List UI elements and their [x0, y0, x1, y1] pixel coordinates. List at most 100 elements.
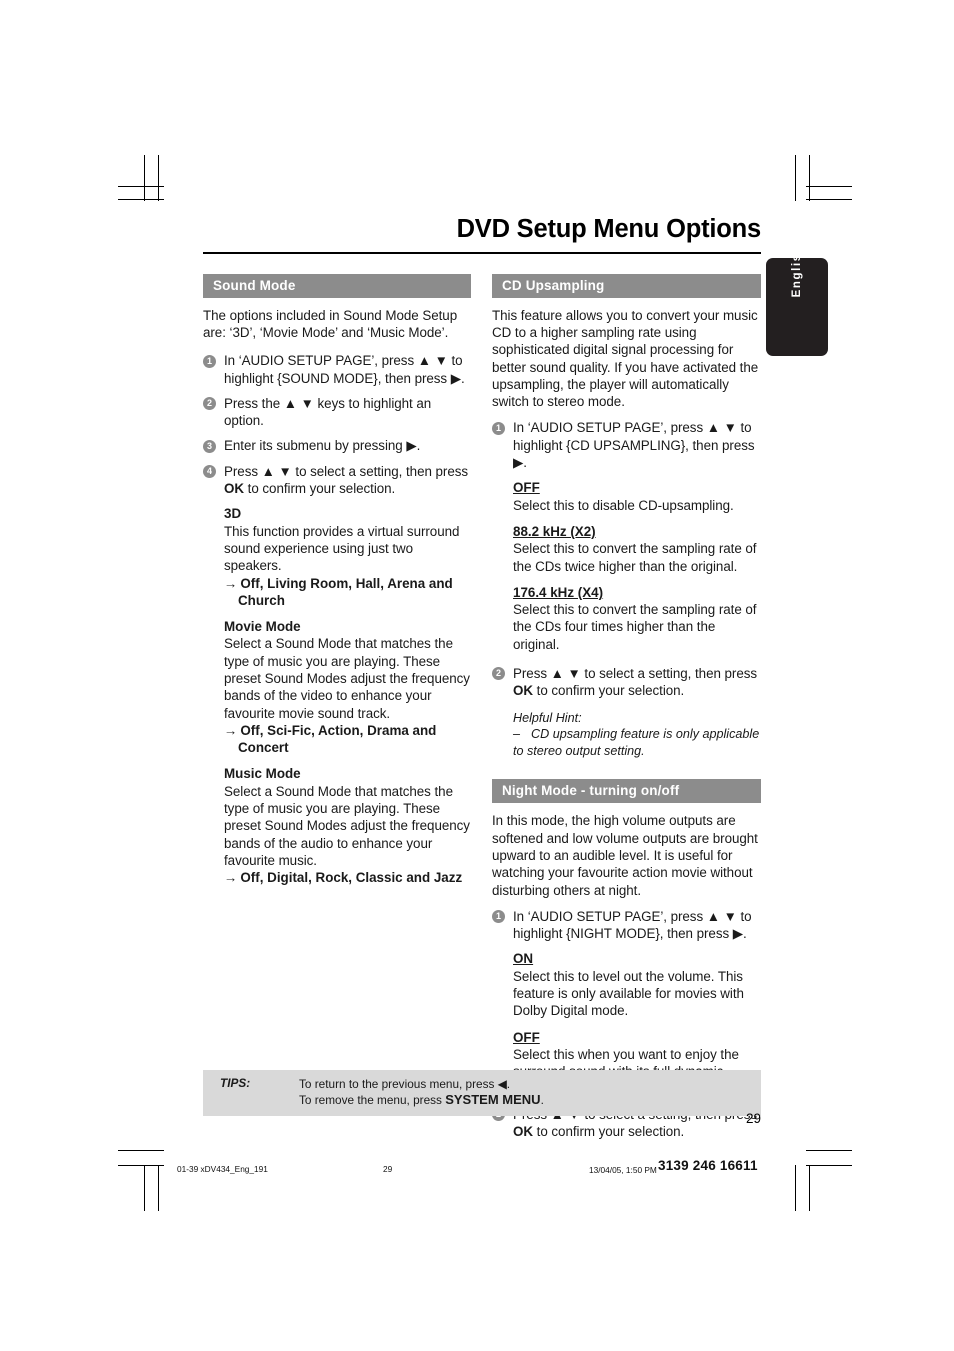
cd-step-2-text-after: to confirm your selection. — [533, 683, 685, 699]
step-3-text: Enter its submenu by pressing ▶. — [224, 438, 421, 454]
night-option-off-title: OFF — [513, 1029, 540, 1045]
dash-icon: – — [513, 727, 521, 742]
tips-line-1: To return to the previous menu, press ◀. — [299, 1077, 511, 1091]
sound-mode-step-1: 1 In ‘AUDIO SETUP PAGE’, press ▲ ▼ to hi… — [203, 352, 471, 387]
cd-option-176-title: 176.4 kHz (X4) — [513, 584, 604, 600]
subsection-movie-mode-body: Select a Sound Mode that matches the typ… — [224, 636, 470, 721]
cd-option-176: 176.4 kHz (X4) Select this to convert th… — [513, 584, 761, 653]
cd-step-2-ok-key: OK — [513, 683, 533, 699]
night-option-on-title: ON — [513, 951, 534, 967]
crop-mark-bottom-right-h2 — [806, 1165, 852, 1166]
page-title: DVD Setup Menu Options — [456, 215, 762, 243]
arrow-icon: → — [224, 575, 238, 591]
crop-mark-top-right-v2 — [809, 155, 810, 201]
cd-option-176-body: Select this to convert the sampling rate… — [513, 602, 757, 652]
night-option-on-body: Select this to level out the volume. Thi… — [513, 968, 744, 1019]
step-number-1: 1 — [492, 910, 505, 924]
sound-mode-step-4: 4 Press ▲ ▼ to select a setting, then pr… — [203, 463, 471, 498]
night-step-2-ok-key: OK — [513, 1124, 533, 1140]
night-mode-step-1: 1 In ‘AUDIO SETUP PAGE’, press ▲ ▼ to hi… — [492, 908, 761, 943]
left-column: Sound Mode The options included in Sound… — [203, 273, 471, 887]
tips-line-2-after: . — [540, 1093, 544, 1107]
step-number-1: 1 — [492, 421, 505, 435]
subsection-3d-options-text: Off, Living Room, Hall, Arena and Church — [238, 575, 453, 608]
step-4-ok-key: OK — [224, 481, 244, 497]
step-4-text-after: to confirm your selection. — [244, 481, 396, 497]
tips-content: To return to the previous menu, press ◀.… — [299, 1076, 544, 1108]
subsection-music-mode-title: Music Mode — [224, 766, 301, 782]
subsection-movie-mode-options: → Off, Sci-Fic, Action, Drama and Concert — [224, 722, 471, 757]
cd-option-off-title: OFF — [513, 480, 540, 496]
tips-line-2: To remove the menu, press SYSTEM MENU. — [299, 1092, 544, 1108]
sound-mode-step-3: 3 Enter its submenu by pressing ▶. — [203, 437, 471, 454]
step-number-2: 2 — [492, 667, 505, 681]
cd-upsampling-intro: This feature allows you to convert your … — [492, 307, 759, 410]
step-4-text-before: Press ▲ ▼ to select a setting, then pres… — [224, 463, 469, 479]
print-footer-filename: 01-39 xDV434_Eng_191 — [177, 1164, 268, 1174]
step-number-2: 2 — [203, 397, 216, 411]
cd-option-off-body: Select this to disable CD-upsampling. — [513, 497, 734, 513]
sound-mode-subsections: 3D This function provides a virtual surr… — [203, 505, 471, 886]
cd-upsampling-options: OFF Select this to disable CD-upsampling… — [492, 479, 761, 653]
arrow-icon: → — [224, 722, 238, 738]
hint-body: – CD upsampling feature is only applicabl… — [513, 726, 761, 759]
cd-option-88-body: Select this to convert the sampling rate… — [513, 541, 757, 574]
section-header-night-mode: Night Mode - turning on/off — [492, 779, 761, 804]
subsection-3d: 3D This function provides a virtual surr… — [224, 505, 471, 609]
tips-bar: TIPS: To return to the previous menu, pr… — [203, 1070, 761, 1116]
page-number: 29 — [745, 1111, 761, 1126]
subsection-music-mode-options: → Off, Digital, Rock, Classic and Jazz — [224, 869, 471, 886]
print-footer-code: 3139 246 16611 — [658, 1158, 758, 1173]
tips-line-2-before: To remove the menu, press — [299, 1093, 446, 1107]
step-number-3: 3 — [203, 439, 216, 453]
arrow-icon: → — [224, 870, 238, 886]
cd-option-88-title: 88.2 kHz (X2) — [513, 523, 596, 539]
crop-mark-top-right-v1 — [795, 155, 796, 201]
subsection-movie-mode-options-text: Off, Sci-Fic, Action, Drama and Concert — [238, 722, 437, 756]
section-header-sound-mode: Sound Mode — [203, 273, 471, 298]
crop-mark-bottom-right-h1 — [806, 1150, 852, 1151]
language-tab-label: English — [791, 244, 803, 298]
night-option-on: ON Select this to level out the volume. … — [513, 950, 761, 1019]
section-header-cd-upsampling: CD Upsampling — [492, 273, 761, 298]
cd-option-off: OFF Select this to disable CD-upsampling… — [513, 479, 761, 514]
cd-step-2-text-before: Press ▲ ▼ to select a setting, then pres… — [513, 665, 758, 681]
subsection-music-mode: Music Mode Select a Sound Mode that matc… — [224, 765, 471, 886]
subsection-music-mode-options-text: Off, Digital, Rock, Classic and Jazz — [240, 870, 463, 886]
step-number-1: 1 — [203, 354, 216, 368]
subsection-3d-options: → Off, Living Room, Hall, Arena and Churc… — [224, 575, 471, 610]
subsection-music-mode-body: Select a Sound Mode that matches the typ… — [224, 783, 470, 868]
tips-system-menu-key: SYSTEM MENU — [445, 1092, 541, 1107]
cd-upsampling-step-2: 2 Press ▲ ▼ to select a setting, then pr… — [492, 665, 761, 700]
cd-upsampling-helpful-hint: Helpful Hint: – CD upsampling feature is … — [492, 710, 761, 760]
print-footer-page: 29 — [383, 1164, 393, 1174]
title-divider — [203, 252, 761, 254]
night-mode-step-1-text: In ‘AUDIO SETUP PAGE’, press ▲ ▼ to high… — [513, 908, 752, 942]
night-step-2-text-after: to confirm your selection. — [533, 1124, 685, 1140]
crop-mark-bottom-left-v1 — [144, 1165, 145, 1211]
night-mode-intro: In this mode, the high volume outputs ar… — [492, 813, 758, 898]
step-2-text: Press the ▲ ▼ keys to highlight an optio… — [224, 395, 432, 429]
print-footer-date: 13/04/05, 1:50 PM — [589, 1165, 657, 1175]
hint-body-text: CD upsampling feature is only applicable… — [513, 727, 760, 758]
crop-mark-top-right-h2 — [806, 199, 852, 200]
sound-mode-intro: The options included in Sound Mode Setup… — [203, 307, 458, 340]
page-content: DVD Setup Menu Options Sound Mode The op… — [203, 215, 761, 1148]
crop-mark-top-left-v1 — [144, 155, 145, 201]
cd-upsampling-step-1: 1 In ‘AUDIO SETUP PAGE’, press ▲ ▼ to hi… — [492, 419, 761, 471]
two-column-layout: Sound Mode The options included in Sound… — [203, 273, 761, 1149]
subsection-3d-body: This function provides a virtual surroun… — [224, 523, 460, 574]
crop-mark-top-right-h1 — [806, 186, 852, 187]
cd-option-88: 88.2 kHz (X2) Select this to convert the… — [513, 523, 761, 575]
step-1-text: In ‘AUDIO SETUP PAGE’, press ▲ ▼ to high… — [224, 353, 465, 386]
subsection-movie-mode: Movie Mode Select a Sound Mode that matc… — [224, 618, 471, 756]
crop-mark-bottom-right-v2 — [809, 1165, 810, 1211]
right-column: CD Upsampling This feature allows you to… — [492, 273, 761, 1149]
tips-label: TIPS: — [220, 1076, 251, 1090]
crop-mark-bottom-left-v2 — [158, 1165, 159, 1211]
cd-upsampling-step-1-text: In ‘AUDIO SETUP PAGE’, press ▲ ▼ to high… — [513, 420, 755, 471]
hint-label: Helpful Hint: — [513, 710, 582, 725]
crop-mark-bottom-right-v1 — [795, 1165, 796, 1211]
subsection-3d-title: 3D — [224, 506, 242, 522]
step-number-4: 4 — [203, 465, 216, 479]
